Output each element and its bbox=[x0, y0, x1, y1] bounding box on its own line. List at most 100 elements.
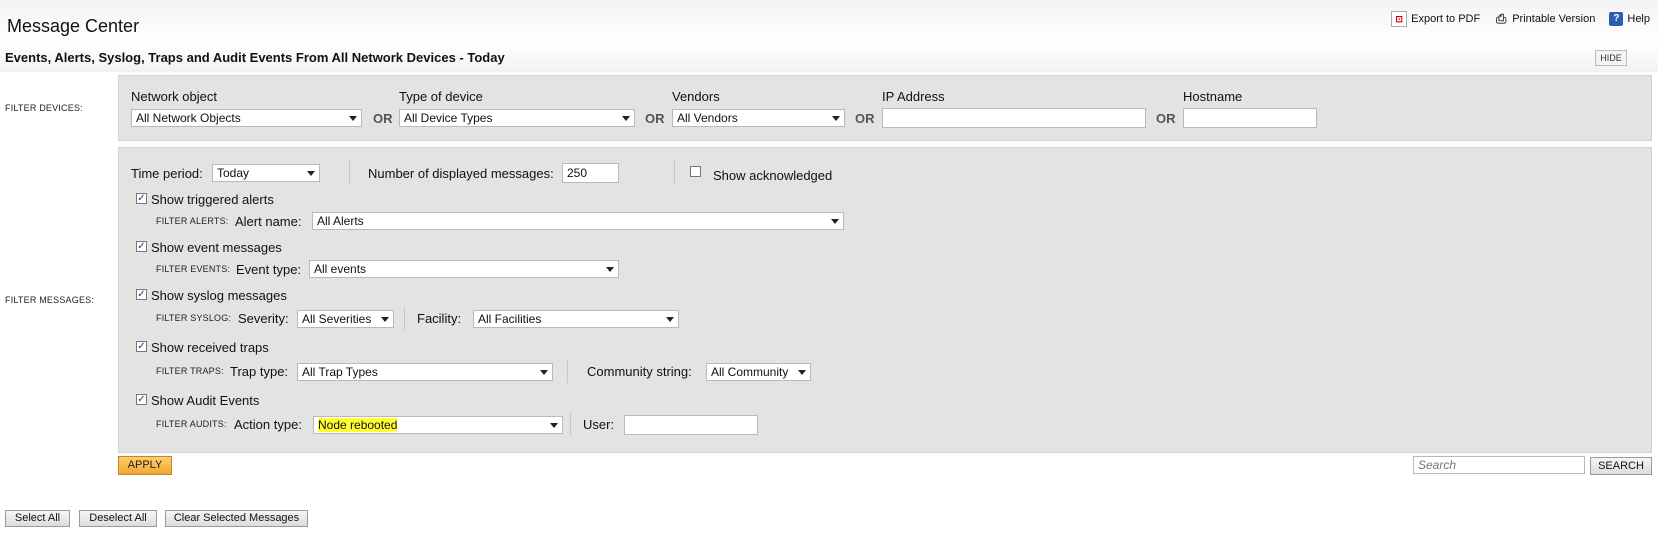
deselect-all-button[interactable]: Deselect All bbox=[79, 510, 157, 527]
show-audits-checkbox[interactable]: ✓ bbox=[136, 394, 147, 405]
filter-syslog-label: FILTER SYSLOG: bbox=[156, 313, 232, 323]
severity-value: All Severities bbox=[302, 312, 372, 326]
or-label: OR bbox=[645, 111, 665, 126]
apply-button[interactable]: APPLY bbox=[118, 456, 172, 475]
event-type-label: Event type: bbox=[236, 262, 302, 277]
chevron-down-icon bbox=[832, 116, 840, 121]
select-all-button[interactable]: Select All bbox=[5, 510, 70, 527]
user-label: User: bbox=[583, 417, 615, 432]
num-messages-label: Number of displayed messages: bbox=[368, 166, 554, 181]
chevron-down-icon bbox=[831, 219, 839, 224]
hide-button[interactable]: HIDE bbox=[1595, 50, 1627, 66]
help-link[interactable]: ? Help bbox=[1609, 12, 1650, 26]
show-traps-label: Show received traps bbox=[151, 340, 269, 355]
clear-selected-button[interactable]: Clear Selected Messages bbox=[165, 510, 308, 527]
printer-icon: ⎙ bbox=[1496, 11, 1507, 26]
search-button[interactable]: SEARCH bbox=[1590, 457, 1652, 475]
help-label: Help bbox=[1627, 13, 1650, 25]
filter-audits-label: FILTER AUDITS: bbox=[156, 419, 227, 429]
divider bbox=[567, 359, 568, 383]
device-type-label: Type of device bbox=[399, 89, 483, 104]
filter-messages-label: FILTER MESSAGES: bbox=[5, 295, 95, 305]
top-links: ⊡ Export to PDF ⎙ Printable Version ? Help bbox=[1391, 11, 1650, 27]
filter-devices-panel: Network object All Network Objects OR Ty… bbox=[118, 75, 1652, 141]
severity-select[interactable]: All Severities bbox=[297, 310, 394, 328]
vendors-value: All Vendors bbox=[677, 111, 738, 125]
hostname-input[interactable] bbox=[1183, 108, 1317, 128]
divider bbox=[570, 412, 571, 436]
filter-traps-label: FILTER TRAPS: bbox=[156, 366, 224, 376]
ip-address-input[interactable] bbox=[882, 108, 1146, 128]
action-type-label: Action type: bbox=[234, 417, 302, 432]
divider bbox=[674, 160, 675, 184]
community-value: All Community bbox=[711, 365, 789, 379]
device-type-value: All Device Types bbox=[404, 111, 493, 125]
action-type-select[interactable]: Node rebooted bbox=[313, 416, 563, 434]
filter-devices-label: FILTER DEVICES: bbox=[5, 103, 83, 113]
community-select[interactable]: All Community bbox=[706, 363, 811, 381]
chevron-down-icon bbox=[622, 116, 630, 121]
device-type-select[interactable]: All Device Types bbox=[399, 109, 635, 127]
page-subtitle: Events, Alerts, Syslog, Traps and Audit … bbox=[5, 50, 505, 65]
event-type-select[interactable]: All events bbox=[309, 260, 619, 278]
show-traps-checkbox[interactable]: ✓ bbox=[136, 341, 147, 352]
chevron-down-icon bbox=[540, 370, 548, 375]
facility-label: Facility: bbox=[417, 311, 462, 326]
search-input[interactable] bbox=[1413, 456, 1585, 474]
show-acknowledged-label: Show acknowledged bbox=[713, 168, 833, 183]
action-type-value: Node rebooted bbox=[318, 418, 398, 432]
event-type-value: All events bbox=[314, 262, 367, 276]
alert-name-label: Alert name: bbox=[235, 214, 302, 229]
filter-alerts-label: FILTER ALERTS: bbox=[156, 216, 229, 226]
vendors-label: Vendors bbox=[672, 89, 720, 104]
filter-messages-panel: Time period: Today Number of displayed m… bbox=[118, 147, 1652, 453]
export-pdf-label: Export to PDF bbox=[1411, 13, 1481, 25]
alert-name-value: All Alerts bbox=[317, 214, 364, 228]
hostname-label: Hostname bbox=[1183, 89, 1243, 104]
user-input[interactable] bbox=[624, 415, 758, 435]
severity-label: Severity: bbox=[238, 311, 289, 326]
ip-address-label: IP Address bbox=[882, 89, 945, 104]
or-label: OR bbox=[1156, 111, 1176, 126]
network-object-value: All Network Objects bbox=[136, 111, 241, 125]
show-syslog-checkbox[interactable]: ✓ bbox=[136, 289, 147, 300]
printable-version-label: Printable Version bbox=[1512, 13, 1596, 25]
network-object-select[interactable]: All Network Objects bbox=[131, 109, 362, 127]
divider bbox=[349, 160, 350, 184]
pdf-icon: ⊡ bbox=[1391, 11, 1408, 27]
show-acknowledged-checkbox[interactable] bbox=[690, 166, 701, 177]
chevron-down-icon bbox=[666, 317, 674, 322]
filter-events-label: FILTER EVENTS: bbox=[156, 264, 231, 274]
trap-type-label: Trap type: bbox=[230, 364, 289, 379]
time-period-label: Time period: bbox=[131, 166, 203, 181]
chevron-down-icon bbox=[381, 317, 389, 322]
network-object-label: Network object bbox=[131, 89, 217, 104]
chevron-down-icon bbox=[606, 267, 614, 272]
time-period-value: Today bbox=[217, 166, 250, 180]
chevron-down-icon bbox=[349, 116, 357, 121]
alert-name-select[interactable]: All Alerts bbox=[312, 212, 844, 230]
trap-type-select[interactable]: All Trap Types bbox=[297, 363, 553, 381]
chevron-down-icon bbox=[307, 171, 315, 176]
page-title: Message Center bbox=[7, 16, 140, 36]
chevron-down-icon bbox=[798, 370, 806, 375]
community-label: Community string: bbox=[587, 364, 692, 379]
facility-value: All Facilities bbox=[478, 312, 542, 326]
divider bbox=[404, 307, 405, 331]
show-alerts-label: Show triggered alerts bbox=[151, 192, 274, 207]
trap-type-value: All Trap Types bbox=[302, 365, 378, 379]
or-label: OR bbox=[373, 111, 393, 126]
show-alerts-checkbox[interactable]: ✓ bbox=[136, 193, 147, 204]
show-events-checkbox[interactable]: ✓ bbox=[136, 241, 147, 252]
show-events-label: Show event messages bbox=[151, 240, 282, 255]
num-messages-input[interactable]: 250 bbox=[562, 163, 619, 183]
show-syslog-label: Show syslog messages bbox=[151, 288, 287, 303]
chevron-down-icon bbox=[550, 423, 558, 428]
show-audits-label: Show Audit Events bbox=[151, 393, 260, 408]
facility-select[interactable]: All Facilities bbox=[473, 310, 679, 328]
vendors-select[interactable]: All Vendors bbox=[672, 109, 845, 127]
help-icon: ? bbox=[1609, 12, 1624, 26]
printable-version-link[interactable]: ⎙ Printable Version bbox=[1494, 12, 1595, 26]
export-pdf-link[interactable]: ⊡ Export to PDF bbox=[1391, 11, 1480, 27]
time-period-select[interactable]: Today bbox=[212, 164, 320, 182]
